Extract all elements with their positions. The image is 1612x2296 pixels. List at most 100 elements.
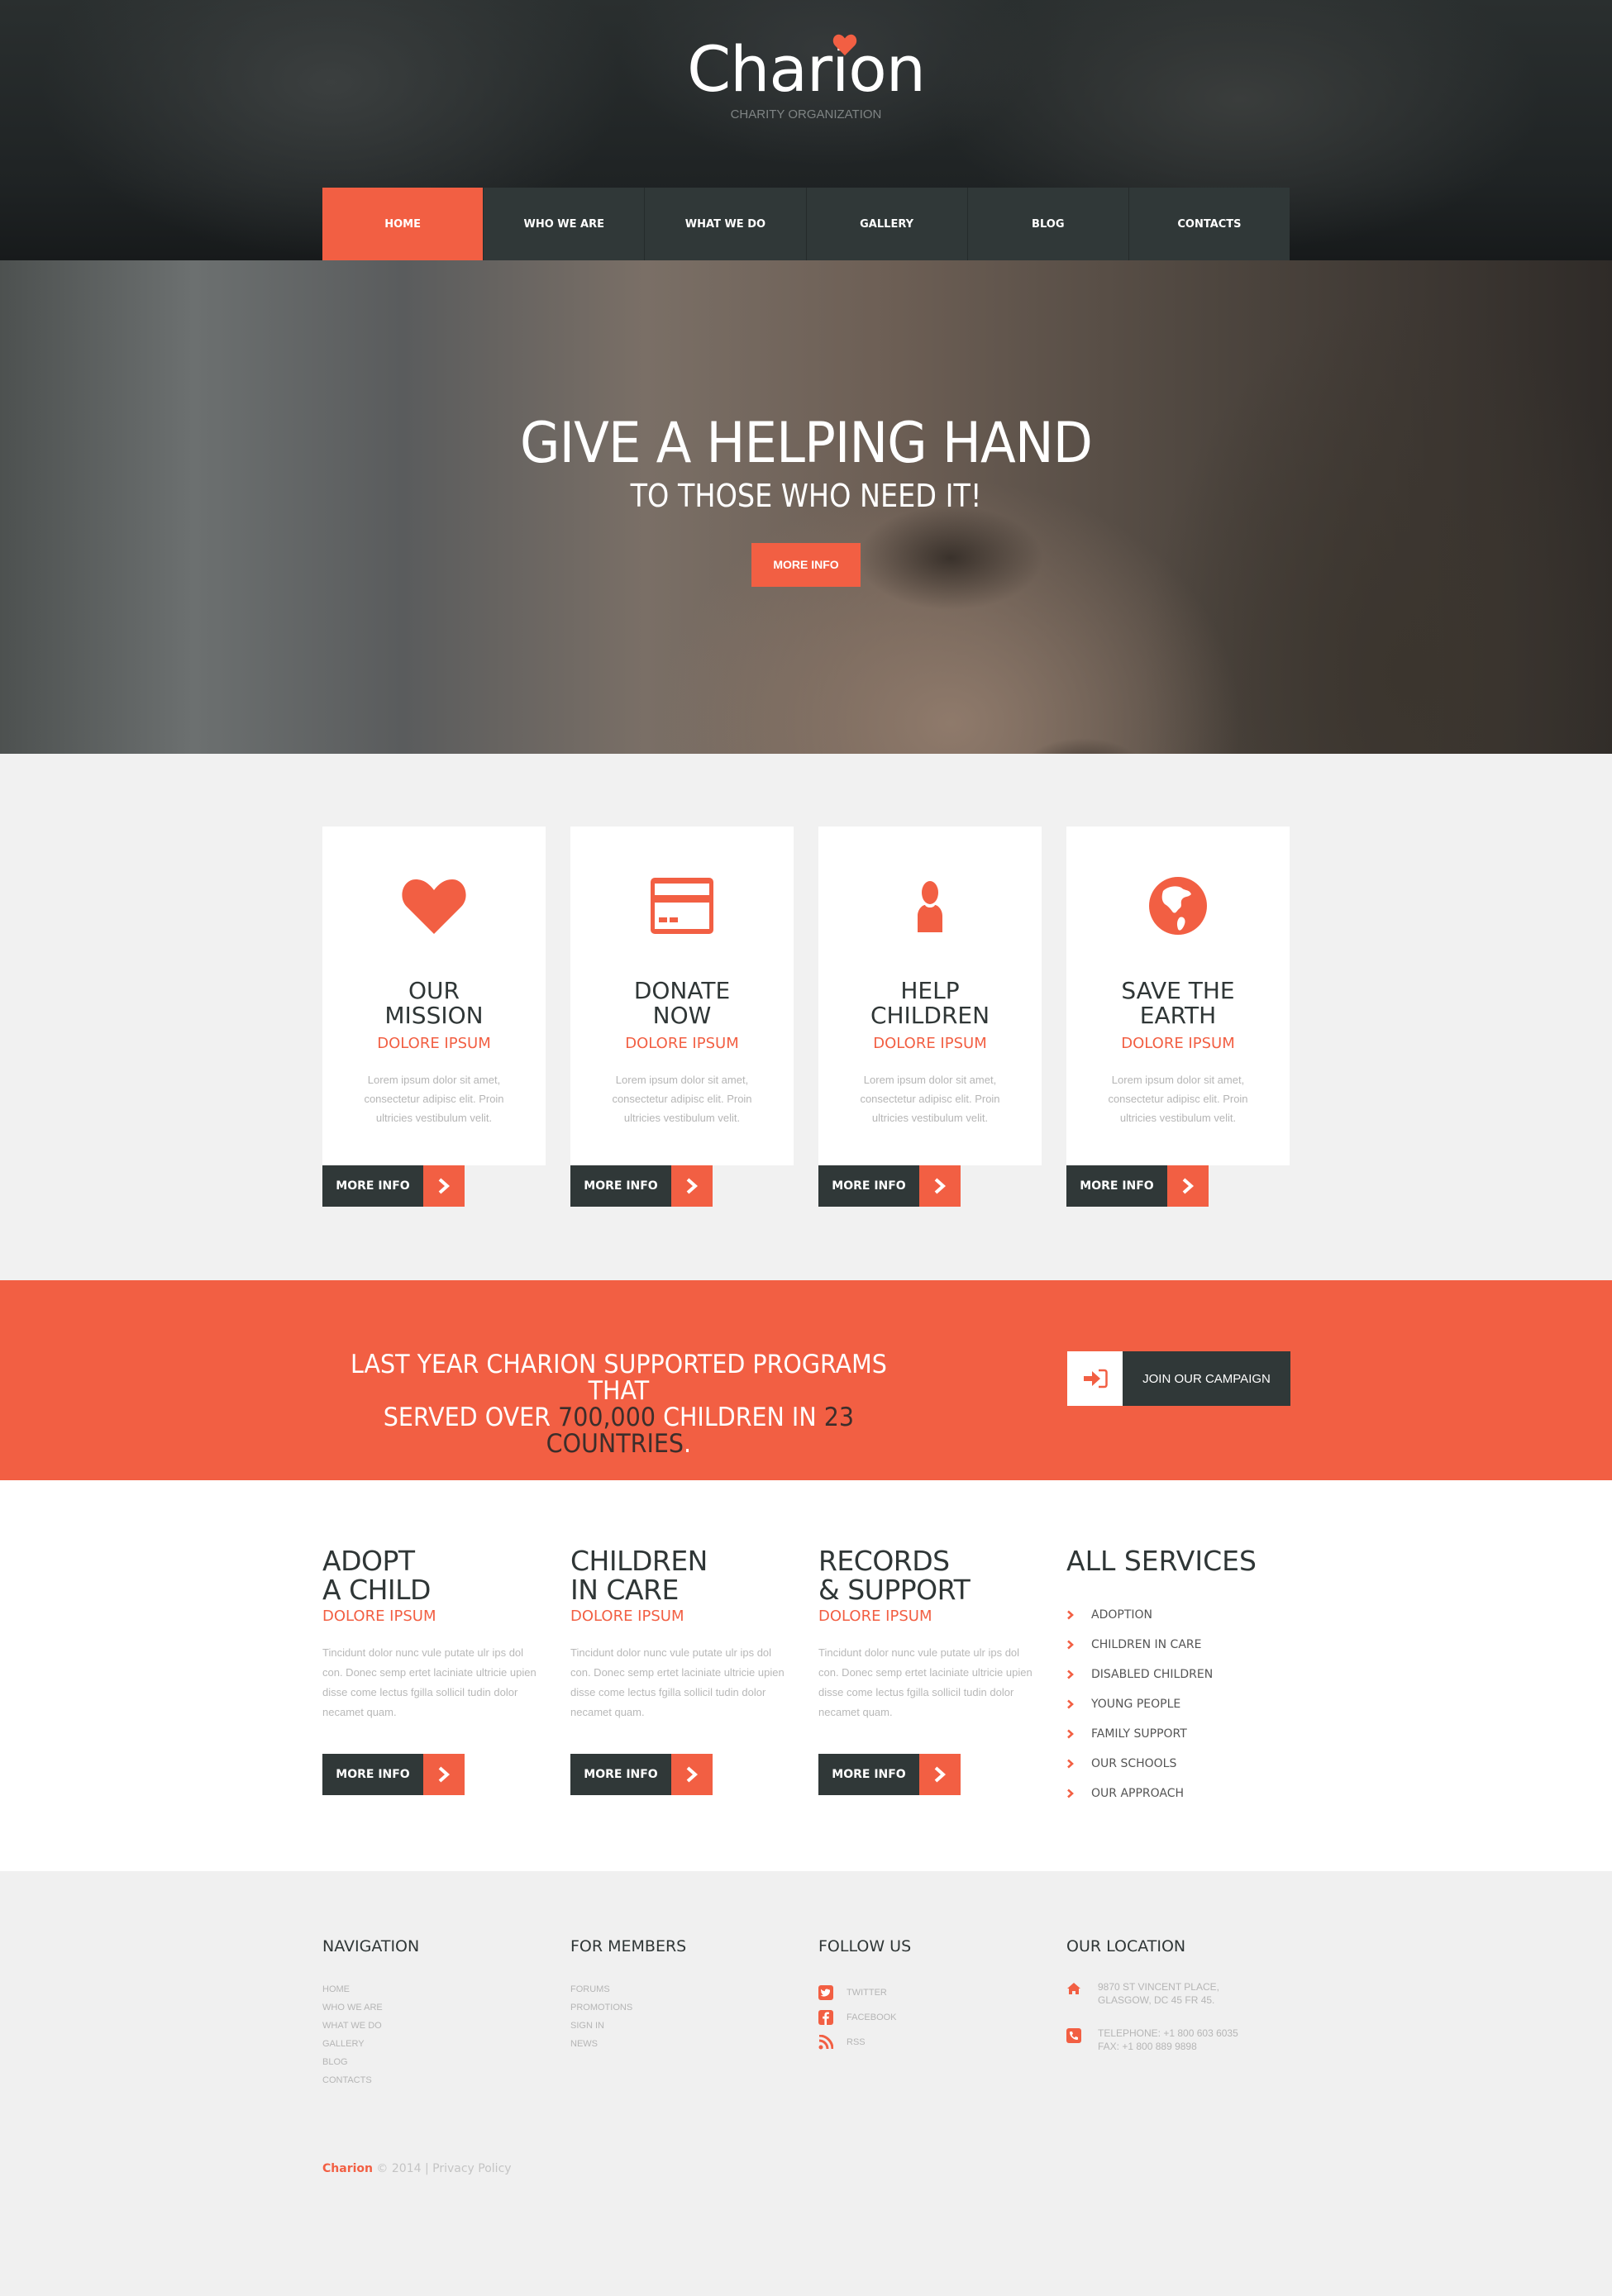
service-subtitle: DOLORE IPSUM: [818, 1608, 932, 1625]
address-line1: 9870 ST VINCENT PLACE,: [1098, 1981, 1219, 1993]
more-info-label: MORE INFO: [818, 1165, 919, 1207]
credit-card-icon: [651, 878, 713, 934]
nav-item-gallery[interactable]: GALLERY: [807, 188, 968, 260]
footer-location: OUR LOCATION 9870 ST VINCENT PLACE, GLASG…: [1066, 1937, 1290, 2089]
logo[interactable]: Charion CHARITY ORGANIZATION: [0, 34, 1612, 121]
footer-link-gallery[interactable]: GALLERY: [322, 2035, 546, 2053]
more-info-label: MORE INFO: [322, 1754, 423, 1795]
join-campaign-button[interactable]: JOIN OUR CAMPAIGN: [1067, 1351, 1290, 1406]
footer-link-contacts[interactable]: CONTACTS: [322, 2071, 546, 2089]
chevron-right-icon: [919, 1754, 961, 1795]
copyright: Charion © 2014 | Privacy Policy: [322, 2162, 512, 2175]
service-subtitle: DOLORE IPSUM: [322, 1608, 436, 1625]
chevron-right-icon: [1066, 1610, 1091, 1620]
more-info-button[interactable]: MORE INFO: [1066, 1165, 1209, 1207]
service-link-adoption[interactable]: ADOPTION: [1066, 1600, 1290, 1630]
heart-icon: [832, 34, 857, 56]
social-link-rss[interactable]: RSS: [818, 2030, 1042, 2055]
more-info-button[interactable]: MORE INFO: [818, 1754, 961, 1795]
footer-link-forums[interactable]: FORUMS: [570, 1980, 794, 1998]
chevron-right-icon: [1066, 1789, 1091, 1798]
service-text: Tincidunt dolor nunc vule putate ulr ips…: [818, 1646, 1033, 1718]
footer-link-who-we-are[interactable]: WHO WE ARE: [322, 1998, 546, 2017]
service-link-our-schools[interactable]: OUR SCHOOLS: [1066, 1749, 1290, 1779]
chevron-right-icon: [1066, 1640, 1091, 1650]
fax: FAX: +1 800 889 9898: [1098, 2041, 1197, 2052]
footer-link-promotions[interactable]: PROMOTIONS: [570, 1998, 794, 2017]
service-title-line1: ADOPT: [322, 1545, 415, 1577]
chevron-right-icon: [423, 1165, 465, 1207]
nav-item-what-we-do[interactable]: WHAT WE DO: [645, 188, 807, 260]
card-title-line2: NOW: [652, 1002, 712, 1029]
features-section: OUR MISSION DOLORE IPSUM Lorem ipsum dolo…: [0, 754, 1612, 1280]
nav-item-home[interactable]: HOME: [322, 188, 484, 260]
service-column: CHILDREN IN CARE DOLORE IPSUM Tincidunt d…: [570, 1546, 794, 1808]
service-title-line2: A CHILD: [322, 1574, 431, 1606]
card-title-line1: SAVE THE: [1121, 977, 1235, 1004]
chevron-right-icon: [671, 1165, 713, 1207]
social-link-facebook[interactable]: FACEBOOK: [818, 2005, 1042, 2030]
service-title-line1: RECORDS: [818, 1545, 950, 1577]
card-title-line1: DONATE: [633, 977, 731, 1004]
join-campaign-label: JOIN OUR CAMPAIGN: [1123, 1351, 1290, 1406]
address-line2: GLASGOW, DC 45 FR 45.: [1098, 1994, 1215, 2006]
more-info-button[interactable]: MORE INFO: [570, 1165, 713, 1207]
facebook-icon: [818, 2010, 847, 2025]
card-subtitle: DOLORE IPSUM: [1121, 1035, 1235, 1052]
chevron-right-icon: [1167, 1165, 1209, 1207]
logo-name: Charion: [687, 32, 926, 106]
service-link-our-approach[interactable]: OUR APPROACH: [1066, 1779, 1290, 1808]
feature-card: SAVE THE EARTH DOLORE IPSUM Lorem ipsum d…: [1066, 826, 1290, 1207]
more-info-label: MORE INFO: [818, 1754, 919, 1795]
footer-link-news[interactable]: NEWS: [570, 2035, 794, 2053]
stats-text: LAST YEAR CHARION SUPPORTED PROGRAMS THA…: [350, 1350, 887, 1459]
footer-link-blog[interactable]: BLOG: [322, 2053, 546, 2071]
more-info-button[interactable]: MORE INFO: [322, 1754, 465, 1795]
card-title-line2: CHILDREN: [870, 1002, 990, 1029]
chevron-right-icon: [1066, 1699, 1091, 1709]
footer-navigation: NAVIGATION HOME WHO WE ARE WHAT WE DO GA…: [322, 1937, 546, 2089]
logo-tagline: CHARITY ORGANIZATION: [730, 107, 882, 121]
card-text: Lorem ipsum dolor sit amet, consectetur …: [1108, 1074, 1248, 1124]
service-title-line2: & SUPPORT: [818, 1574, 971, 1606]
twitter-icon: [818, 1985, 847, 2000]
user-icon: [918, 881, 942, 932]
service-text: Tincidunt dolor nunc vule putate ulr ips…: [570, 1646, 785, 1718]
service-title-line1: CHILDREN: [570, 1545, 708, 1577]
footer-follow-title: FOLLOW US: [818, 1937, 912, 1955]
card-title-line2: MISSION: [384, 1002, 484, 1029]
nav-item-contacts[interactable]: CONTACTS: [1129, 188, 1290, 260]
main-nav: HOME WHO WE ARE WHAT WE DO GALLERY BLOG …: [322, 188, 1290, 260]
service-link-young-people[interactable]: YOUNG PEOPLE: [1066, 1689, 1290, 1719]
feature-card: OUR MISSION DOLORE IPSUM Lorem ipsum dolo…: [322, 826, 546, 1207]
footer-members: FOR MEMBERS FORUMS PROMOTIONS SIGN IN NE…: [570, 1937, 794, 2089]
card-subtitle: DOLORE IPSUM: [873, 1035, 987, 1052]
phone-icon: [1066, 2027, 1098, 2053]
nav-item-who-we-are[interactable]: WHO WE ARE: [484, 188, 646, 260]
footer-members-title: FOR MEMBERS: [570, 1937, 687, 1955]
privacy-policy-link[interactable]: Privacy Policy: [432, 2162, 511, 2175]
social-link-twitter[interactable]: TWITTER: [818, 1980, 1042, 2005]
footer-link-what-we-do[interactable]: WHAT WE DO: [322, 2017, 546, 2035]
more-info-button[interactable]: MORE INFO: [818, 1165, 961, 1207]
nav-item-blog[interactable]: BLOG: [968, 188, 1129, 260]
heart-icon: [402, 879, 466, 934]
home-icon: [1066, 1980, 1098, 2007]
more-info-label: MORE INFO: [570, 1754, 671, 1795]
all-services-list: ADOPTION CHILDREN IN CARE DISABLED CHILD…: [1066, 1600, 1290, 1808]
service-column: RECORDS & SUPPORT DOLORE IPSUM Tincidunt …: [818, 1546, 1042, 1808]
service-link-disabled-children[interactable]: DISABLED CHILDREN: [1066, 1660, 1290, 1689]
feature-card: HELP CHILDREN DOLORE IPSUM Lorem ipsum do…: [818, 826, 1042, 1207]
copyright-brand[interactable]: Charion: [322, 2162, 373, 2175]
hero-more-info-button[interactable]: MORE INFO: [751, 543, 861, 587]
service-link-family-support[interactable]: FAMILY SUPPORT: [1066, 1719, 1290, 1749]
more-info-button[interactable]: MORE INFO: [322, 1165, 465, 1207]
hero-subtitle: TO THOSE WHO NEED IT!: [630, 478, 982, 514]
all-services: ALL SERVICES ADOPTION CHILDREN IN CARE D…: [1066, 1546, 1290, 1808]
service-column: ADOPT A CHILD DOLORE IPSUM Tincidunt dolo…: [322, 1546, 546, 1808]
card-subtitle: DOLORE IPSUM: [625, 1035, 739, 1052]
more-info-button[interactable]: MORE INFO: [570, 1754, 713, 1795]
footer-link-sign-in[interactable]: SIGN IN: [570, 2017, 794, 2035]
service-link-children-in-care[interactable]: CHILDREN IN CARE: [1066, 1630, 1290, 1660]
footer-link-home[interactable]: HOME: [322, 1980, 546, 1998]
